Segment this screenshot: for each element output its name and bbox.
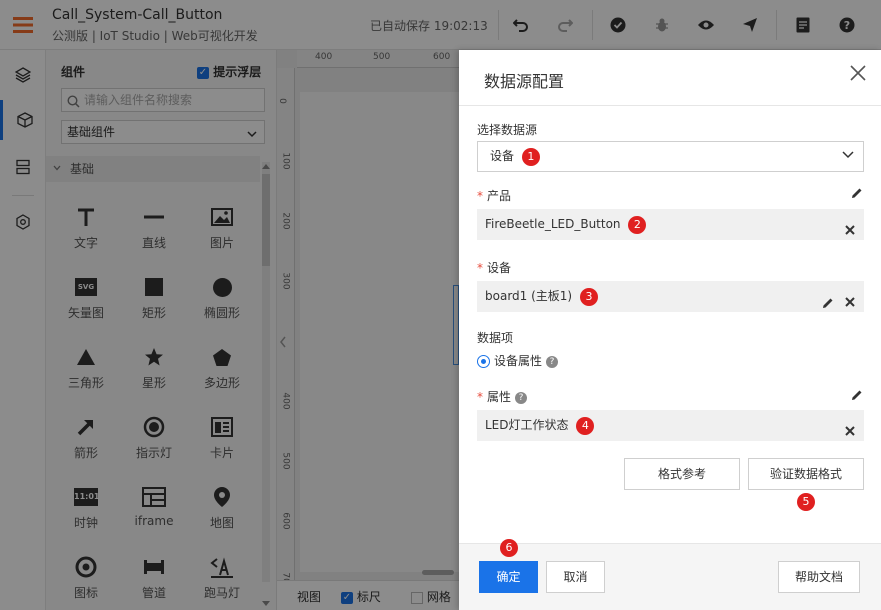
property-value: LED灯工作状态	[485, 418, 569, 432]
drawer-divider	[459, 105, 881, 106]
dataitem-label: 数据项	[477, 331, 514, 345]
validate-data-format-button[interactable]: 验证数据格式	[748, 458, 864, 490]
cancel-button[interactable]: 取消	[546, 561, 605, 593]
step-badge: 5	[797, 493, 815, 511]
help-docs-button[interactable]: 帮助文档	[778, 561, 860, 593]
edit-product-pencil-icon[interactable]	[851, 187, 863, 202]
required-mark: *	[477, 261, 483, 275]
step-badge: 4	[576, 416, 595, 435]
product-value: FireBeetle_LED_Button	[485, 217, 621, 231]
clear-icon[interactable]	[844, 217, 856, 248]
device-label: * 设备	[477, 259, 511, 276]
drawer-footer: 6 确定 取消 帮助文档	[459, 539, 881, 610]
device-label-text: 设备	[487, 261, 512, 275]
property-field[interactable]: LED灯工作状态 4	[477, 410, 864, 441]
help-circle-icon[interactable]: ?	[546, 355, 559, 368]
radio-selected-icon[interactable]	[477, 355, 490, 368]
source-label: 选择数据源	[477, 123, 538, 137]
step-badge: 1	[521, 147, 540, 166]
format-reference-button[interactable]: 格式参考	[624, 458, 740, 490]
product-label: * 产品	[477, 187, 511, 204]
required-mark: *	[477, 189, 483, 203]
confirm-button[interactable]: 确定	[479, 561, 538, 593]
radio-label: 设备属性	[494, 354, 543, 368]
product-field[interactable]: FireBeetle_LED_Button 2	[477, 209, 864, 240]
clear-icon[interactable]	[844, 289, 856, 320]
chevron-down-icon	[841, 143, 855, 172]
edit-device-pencil-icon[interactable]	[822, 290, 834, 321]
help-circle-icon[interactable]: ?	[515, 391, 528, 404]
clear-icon[interactable]	[844, 418, 856, 449]
device-value: board1 (主板1)	[485, 289, 573, 303]
product-label-text: 产品	[487, 189, 512, 203]
edit-property-pencil-icon[interactable]	[851, 389, 863, 404]
step-badge: 6	[500, 539, 518, 557]
datasource-select[interactable]: 设备 1	[477, 141, 864, 172]
device-property-radio[interactable]: 设备属性?	[477, 352, 559, 369]
drawer-title: 数据源配置	[484, 72, 565, 91]
property-label: * 属性?	[477, 388, 528, 405]
datasource-config-drawer: 数据源配置 选择数据源 设备 1 * 产品 FireBeetle_LED_Butt…	[459, 50, 881, 610]
datasource-value: 设备	[490, 149, 515, 163]
required-mark: *	[477, 390, 483, 404]
step-badge: 3	[579, 287, 598, 306]
device-field[interactable]: board1 (主板1) 3	[477, 281, 864, 312]
property-label-text: 属性	[487, 390, 512, 404]
step-badge: 2	[628, 215, 647, 234]
close-icon[interactable]	[849, 64, 869, 84]
